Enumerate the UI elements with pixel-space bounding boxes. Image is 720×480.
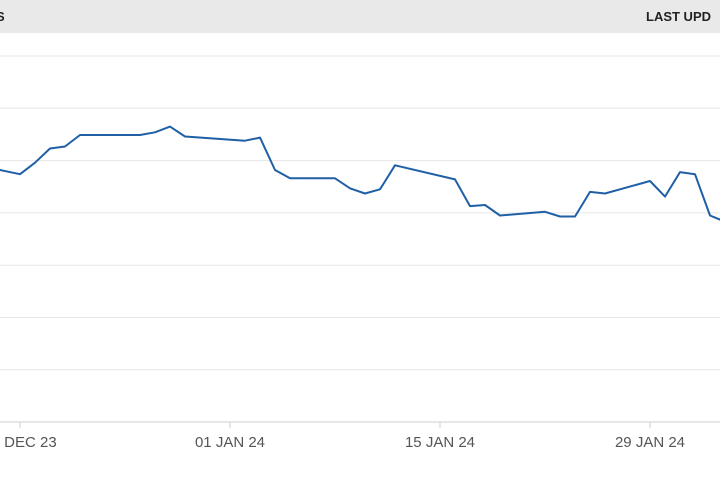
x-tick-label: 01 JAN 24 — [195, 434, 265, 451]
grid-lines — [0, 55, 720, 371]
series-line — [0, 125, 720, 221]
series-layer — [0, 125, 720, 221]
line-chart: 18 DEC 23 01 JAN 24 15 JAN 24 29 JAN 24 — [0, 55, 720, 451]
x-axis: 18 DEC 23 01 JAN 24 15 JAN 24 29 JAN 24 — [0, 421, 720, 451]
x-tick-label: 29 JAN 24 — [615, 434, 685, 451]
x-tick-label: 15 JAN 24 — [405, 434, 475, 451]
x-tick-label: 18 DEC 23 — [0, 434, 57, 451]
